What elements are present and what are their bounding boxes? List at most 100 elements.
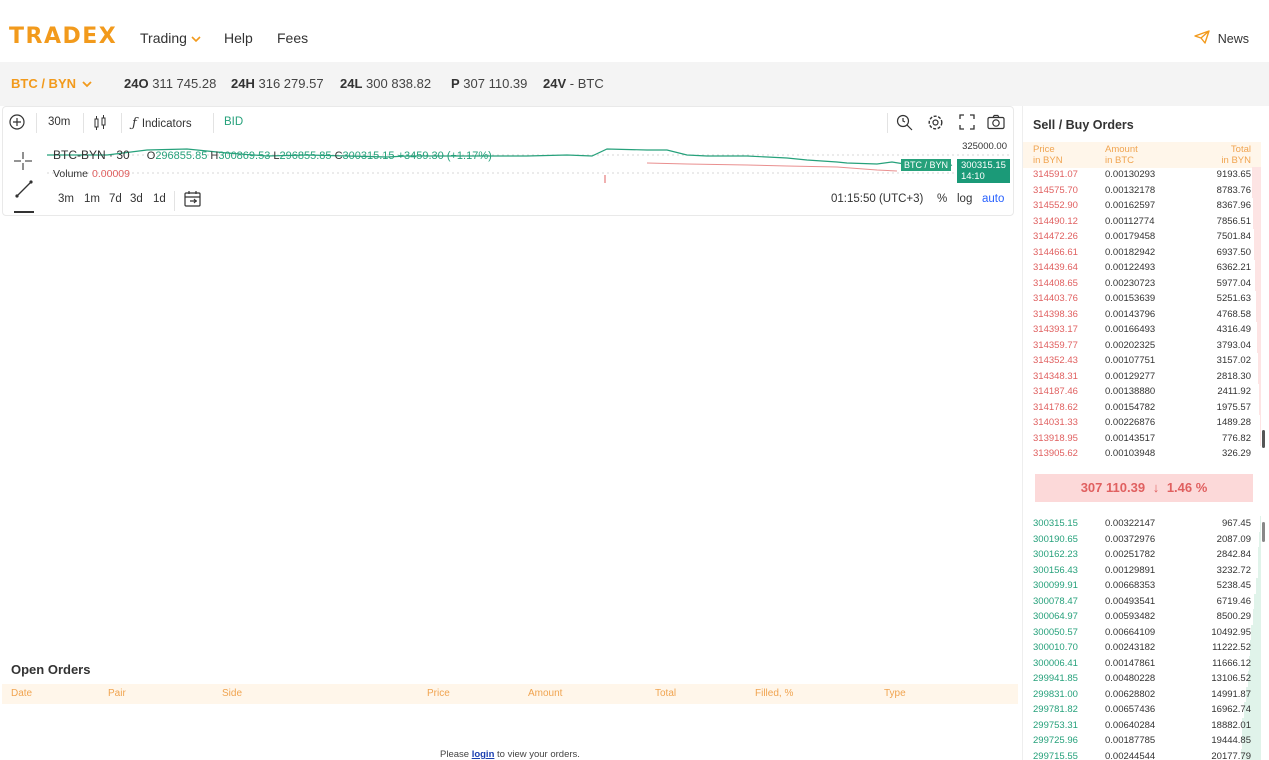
order-row[interactable]: 314466.61 0.00182942 6937.50 [1023,244,1261,260]
order-row[interactable]: 314439.64 0.00122493 6362.21 [1023,260,1261,276]
order-row[interactable]: 300099.91 0.00668353 5238.45 [1023,578,1261,594]
order-total: 5251.63 [1216,293,1251,304]
settings-button[interactable] [927,114,944,134]
order-row[interactable]: 314178.62 0.00154782 1975.57 [1023,399,1261,415]
stat-24-open: 24O 311 745.28 [124,76,216,91]
scroll-thumb[interactable] [1262,430,1265,448]
range-3d[interactable]: 3d [130,193,143,205]
order-row[interactable]: 314348.31 0.00129277 2818.30 [1023,368,1261,384]
column-header[interactable]: Side [222,688,242,699]
column-header[interactable]: Filled, % [755,688,793,699]
order-row[interactable]: 300006.41 0.00147861 11666.12 [1023,655,1261,671]
order-row[interactable]: 299715.55 0.00244544 20177.79 [1023,748,1261,760]
order-row[interactable]: 314398.36 0.00143796 4768.58 [1023,306,1261,322]
order-row[interactable]: 300010.70 0.00243182 11222.52 [1023,640,1261,656]
order-amount: 0.00129277 [1105,370,1156,382]
interval-button[interactable]: 30m [48,116,70,128]
news-link[interactable]: News [1194,30,1249,47]
logo[interactable]: TRADEX [9,24,117,49]
candles-icon [93,115,107,134]
percent-scale-toggle[interactable]: % [937,193,947,205]
screenshot-button[interactable] [987,114,1005,133]
range-1d[interactable]: 1d [153,193,166,205]
range-1m[interactable]: 1m [84,193,100,205]
order-book-scrollbar[interactable] [1260,156,1267,756]
order-row[interactable]: 299941.85 0.00480228 13106.52 [1023,671,1261,687]
paper-plane-icon [1194,30,1210,47]
order-row[interactable]: 300064.97 0.00593482 8500.29 [1023,609,1261,625]
add-symbol-button[interactable] [9,114,25,133]
nav-trading[interactable]: Trading [140,30,201,46]
order-price: 314490.12 [1033,215,1078,227]
order-row[interactable]: 313905.62 0.00103948 326.29 [1023,446,1261,462]
order-row[interactable]: 314359.77 0.00202325 3793.04 [1023,337,1261,353]
column-header[interactable]: Date [11,688,32,699]
stat-value: - BTC [569,76,604,91]
plus-circle-icon [9,114,25,133]
order-price: 299715.55 [1033,750,1078,760]
order-row[interactable]: 300156.43 0.00129891 3232.72 [1023,562,1261,578]
order-row[interactable]: 314472.26 0.00179458 7501.84 [1023,229,1261,245]
order-row[interactable]: 299753.31 0.00640284 18882.01 [1023,717,1261,733]
order-price: 300078.47 [1033,595,1078,607]
order-amount: 0.00244544 [1105,750,1156,760]
nav-fees[interactable]: Fees [277,30,308,46]
order-total: 7501.84 [1216,231,1251,242]
order-amount: 0.00372976 [1105,533,1156,545]
order-price: 314187.46 [1033,386,1078,397]
bid-button[interactable]: BID [224,116,243,128]
order-row[interactable]: 314552.90 0.00162597 8367.96 [1023,198,1261,214]
column-header[interactable]: Type [884,688,906,699]
order-row[interactable]: 300078.47 0.00493541 6719.46 [1023,593,1261,609]
fullscreen-button[interactable] [959,114,975,133]
order-price: 314359.77 [1033,339,1078,351]
price-plot[interactable] [47,139,1011,187]
order-row[interactable]: 300162.23 0.00251782 2842.84 [1023,547,1261,563]
order-row[interactable]: 314393.17 0.00166493 4316.49 [1023,322,1261,338]
order-row[interactable]: 314187.46 0.00138880 2411.92 [1023,384,1261,400]
order-total: 4768.58 [1216,308,1251,320]
order-row[interactable]: 300315.15 0.00322147 967.45 [1023,516,1261,532]
order-row[interactable]: 300050.57 0.00664109 10492.95 [1023,624,1261,640]
quick-search-button[interactable] [896,114,913,134]
column-header[interactable]: Amount [528,688,562,699]
scroll-thumb[interactable] [1262,522,1265,542]
order-row[interactable]: 314490.12 0.00112774 7856.51 [1023,213,1261,229]
order-price: 299781.82 [1033,704,1078,715]
order-row[interactable]: 314031.33 0.00226876 1489.28 [1023,415,1261,431]
auto-scale-toggle[interactable]: auto [982,193,1004,205]
goto-date-button[interactable] [184,191,202,210]
column-header[interactable]: Pair [108,688,126,699]
nav-help[interactable]: Help [224,30,253,46]
order-amount: 0.00480228 [1105,673,1156,684]
order-amount: 0.00138880 [1105,386,1156,397]
order-row[interactable]: 314591.07 0.00130293 9193.65 [1023,167,1261,183]
order-total: 8783.76 [1216,184,1251,196]
order-row[interactable]: 314408.65 0.00230723 5977.04 [1023,275,1261,291]
total-header-unit: in BYN [1221,155,1251,166]
chart-clock[interactable]: 01:15:50 (UTC+3) [831,193,923,205]
order-total: 19444.85 [1211,735,1251,746]
column-header[interactable]: Total [655,688,676,699]
order-amount: 0.00593482 [1105,611,1156,622]
order-row[interactable]: 314352.43 0.00107751 3157.02 [1023,353,1261,369]
chart-type-button[interactable] [93,115,107,134]
order-row[interactable]: 314403.76 0.00153639 5251.63 [1023,291,1261,307]
crosshair-tool[interactable] [13,151,33,176]
log-scale-toggle[interactable]: log [957,193,972,205]
column-header[interactable]: Price [427,688,450,699]
order-row[interactable]: 313918.95 0.00143517 776.82 [1023,430,1261,446]
order-row[interactable]: 300190.65 0.00372976 2087.09 [1023,531,1261,547]
order-total: 9193.65 [1216,169,1251,180]
order-row[interactable]: 299725.96 0.00187785 19444.85 [1023,733,1261,749]
order-row[interactable]: 299831.00 0.00628802 14991.87 [1023,686,1261,702]
amount-column-header: Amount in BTC [1105,144,1138,166]
indicators-button[interactable]: ƒ Indicators [132,116,192,131]
login-link[interactable]: login [472,749,495,760]
pair-selector[interactable]: BTC / BYN [11,76,92,91]
order-row[interactable]: 314575.70 0.00132178 8783.76 [1023,182,1261,198]
order-price: 314348.31 [1033,370,1078,382]
range-7d[interactable]: 7d [109,193,122,205]
order-row[interactable]: 299781.82 0.00657436 16962.74 [1023,702,1261,718]
range-3m[interactable]: 3m [58,193,74,205]
